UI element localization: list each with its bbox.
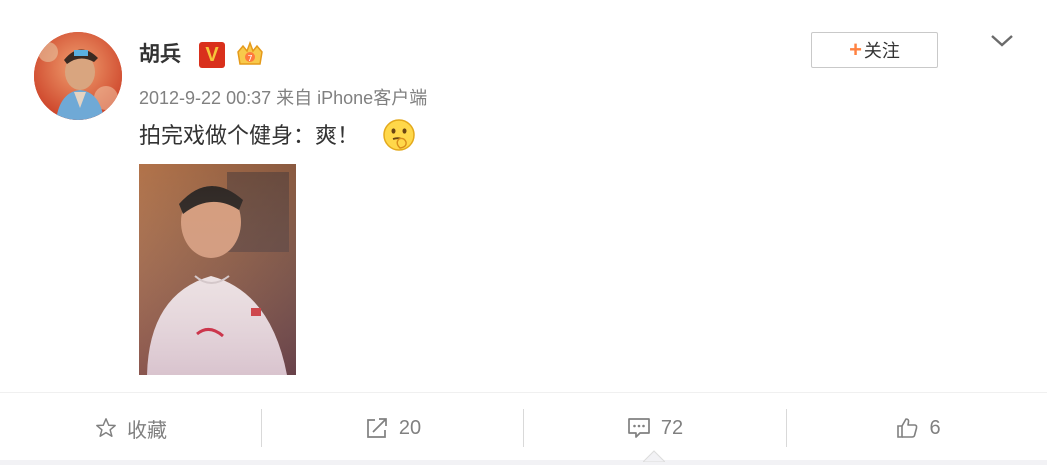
favorite-label: 收藏 — [127, 419, 167, 442]
follow-label: 关注 — [863, 41, 900, 61]
post-timestamp[interactable]: 2012-9-22 00:37 — [139, 88, 271, 108]
favorite-button[interactable]: 收藏 — [0, 393, 262, 463]
avatar[interactable] — [34, 32, 122, 120]
thinking-emoji-icon — [382, 118, 416, 152]
thumbs-up-icon — [897, 418, 918, 438]
repost-count: 20 — [398, 416, 422, 439]
post-photo[interactable] — [139, 164, 296, 375]
source-prefix: 来自 — [276, 88, 313, 108]
post-source[interactable]: iPhone客户端 — [317, 88, 427, 108]
share-icon — [367, 418, 387, 438]
svg-text:7: 7 — [247, 54, 252, 63]
like-count: 6 — [929, 416, 941, 439]
plus-icon: + — [849, 37, 862, 62]
chevron-down-icon[interactable] — [990, 32, 1014, 50]
action-bar: 收藏 20 72 6 — [0, 392, 1047, 463]
repost-button[interactable]: 20 — [262, 393, 524, 463]
card-bottom-border — [0, 460, 1047, 465]
like-button[interactable]: 6 — [787, 393, 1047, 463]
author-name[interactable]: 胡兵 — [139, 40, 181, 70]
comment-caret-icon — [641, 449, 667, 463]
verified-badge-icon: V — [199, 42, 225, 68]
weibo-post-card: 胡兵 V 7 + 关注 2012-9-22 00:37 来自 iPhone客户端 … — [0, 0, 1047, 465]
comment-icon — [628, 418, 650, 438]
star-icon — [96, 418, 116, 437]
follow-button[interactable]: + 关注 — [811, 32, 938, 68]
post-text: 拍完戏做个健身：爽！ — [139, 123, 360, 148]
member-crown-icon[interactable]: 7 — [234, 40, 266, 70]
post-meta: 2012-9-22 00:37 来自 iPhone客户端 — [139, 86, 427, 110]
comment-count: 72 — [660, 416, 684, 439]
